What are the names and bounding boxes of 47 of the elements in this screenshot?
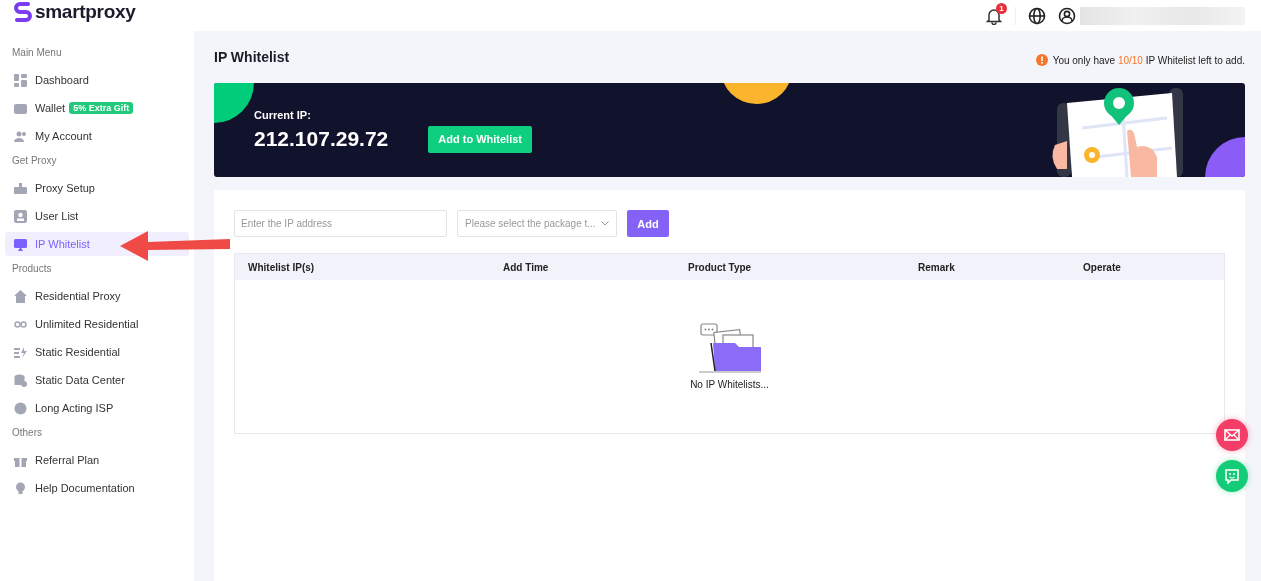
promo-badge: 5% Extra Gift [69,102,134,114]
sidebar-item[interactable]: Unlimited Residential [5,312,189,336]
notification-count: 1 [996,2,1007,14]
sidebar-item[interactable]: User List [5,204,189,228]
empty-message: No IP Whitelists... [690,379,769,390]
sidebar-item[interactable]: Help Documentation [5,476,189,500]
column-header: Whitelist IP(s) [248,261,316,273]
sidebar-item[interactable]: Static Residential [5,340,189,364]
ip-address-input[interactable]: Enter the IP address [234,210,447,237]
current-ip-address: 212.107.29.72 [254,127,389,151]
section-title: Products [11,262,53,276]
logo-icon [14,2,32,22]
sidebar-item[interactable]: Proxy Setup [5,176,189,200]
home-icon [14,289,27,303]
bolt-icon [14,345,27,359]
sidebar-item[interactable]: My Account [5,124,189,148]
chat-icon [1224,468,1240,484]
sidebar-item[interactable]: Referral Plan [5,448,189,472]
sidebar-item[interactable]: Static Data Center [5,368,189,392]
chevron-down-icon [601,221,609,226]
section-title: Main Menu [11,46,63,60]
page-title: IP Whitelist [214,49,290,65]
column-header: Operate [1083,261,1121,273]
db-icon [14,373,27,387]
sidebar-item[interactable]: Long Acting ISP [5,396,189,420]
empty-folder-icon [698,323,761,373]
sidebar-item[interactable]: Residential Proxy [5,284,189,308]
user-icon [14,209,27,223]
current-ip-label: Current IP: [254,109,312,121]
user-icon[interactable] [1058,6,1076,25]
sidebar-item[interactable]: Dashboard [5,68,189,92]
bell-icon[interactable] [985,6,1003,25]
people-icon [14,129,27,143]
brand-name: smartproxy [35,1,136,23]
column-header: Remark [918,261,956,273]
quota-notice: You only have 10/10 IP Whitelist left to add. [1052,54,1245,66]
section-title: Others [11,426,43,440]
warning-icon [1035,54,1048,66]
section-title: Get Proxy [11,154,58,168]
column-header: Add Time [503,261,550,273]
add-button[interactable]: Add [627,210,669,237]
mail-icon [1224,429,1240,441]
sidebar-item[interactable]: Wallet 5% Extra Gift [5,96,189,120]
bulb-icon [14,481,27,495]
grid-icon [14,73,27,87]
wallet-icon [14,101,27,115]
column-header: Product Type [688,261,753,273]
